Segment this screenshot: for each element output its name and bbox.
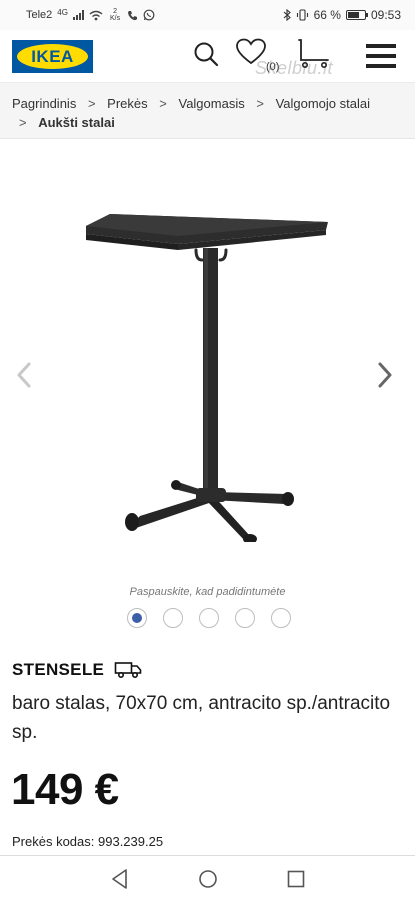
status-bar: Tele2 4G 2 K/s 66 % 09:53 xyxy=(0,0,415,30)
gallery-dot[interactable] xyxy=(271,608,291,628)
network-type: 4G xyxy=(57,7,68,17)
search-icon[interactable] xyxy=(192,40,220,68)
data-speed-unit: K/s xyxy=(109,15,121,22)
wishlist-count: (0) xyxy=(266,61,280,73)
carrier-label: Tele2 xyxy=(26,9,53,21)
bluetooth-icon xyxy=(283,9,291,21)
delivery-truck-icon xyxy=(114,662,142,679)
menu-icon[interactable] xyxy=(365,43,397,69)
breadcrumb-separator: > xyxy=(19,115,27,130)
home-icon[interactable] xyxy=(198,868,218,890)
back-icon[interactable] xyxy=(110,868,130,890)
breadcrumb-separator: > xyxy=(87,96,96,111)
breadcrumb-item-dining-tables[interactable]: Valgomojo stalai xyxy=(276,96,370,111)
data-speed-value: 2 xyxy=(113,8,117,15)
article-number: 993.239.25 xyxy=(98,834,164,849)
gallery-dot[interactable] xyxy=(163,608,183,628)
site-header: IKEA Skelbiu.lt (0) xyxy=(0,30,415,82)
product-title-row: STENSELE xyxy=(12,660,142,680)
article-label: Prekės kodas: xyxy=(12,834,95,849)
gallery-dot[interactable] xyxy=(199,608,219,628)
chevron-left-icon[interactable] xyxy=(14,360,34,390)
zoom-hint: Paspauskite, kad padidintumėte xyxy=(129,586,286,598)
product-name: STENSELE xyxy=(12,660,105,679)
battery-icon xyxy=(345,10,368,20)
vibrate-icon xyxy=(296,9,308,21)
wifi-icon xyxy=(89,10,103,20)
product-image[interactable] xyxy=(78,202,338,542)
product-gallery xyxy=(0,140,415,580)
gallery-dot[interactable] xyxy=(235,608,255,628)
battery-percent: 66 % xyxy=(313,8,341,22)
gallery-pagination xyxy=(127,608,291,628)
breadcrumb-item-dining[interactable]: Valgomasis xyxy=(178,96,244,111)
phone-icon xyxy=(128,10,138,20)
system-nav-bar xyxy=(0,855,415,900)
recent-apps-icon[interactable] xyxy=(286,868,306,890)
breadcrumb-separator: > xyxy=(159,96,167,111)
breadcrumb-item-home[interactable]: Pagrindinis xyxy=(12,96,76,111)
breadcrumb: Pagrindinis > Prekės > Valgomasis > Valg… xyxy=(0,82,415,139)
clock: 09:53 xyxy=(370,8,401,22)
heart-icon[interactable] xyxy=(236,38,266,65)
breadcrumb-current: Aukšti stalai xyxy=(38,115,115,130)
gallery-dot[interactable] xyxy=(127,608,147,628)
cart-icon[interactable] xyxy=(296,38,332,70)
ikea-logo[interactable]: IKEA xyxy=(12,40,93,73)
signal-icon xyxy=(72,10,84,20)
chevron-right-icon[interactable] xyxy=(375,360,395,390)
article-number-row: Prekės kodas: 993.239.25 xyxy=(12,834,163,849)
product-description: baro stalas, 70x70 cm, antracito sp./ant… xyxy=(12,693,391,743)
product-price: 149 € xyxy=(11,765,119,814)
whatsapp-icon xyxy=(143,9,155,21)
breadcrumb-item-products[interactable]: Prekės xyxy=(107,96,147,111)
breadcrumb-separator: > xyxy=(256,96,264,111)
logo-text: IKEA xyxy=(31,46,74,66)
